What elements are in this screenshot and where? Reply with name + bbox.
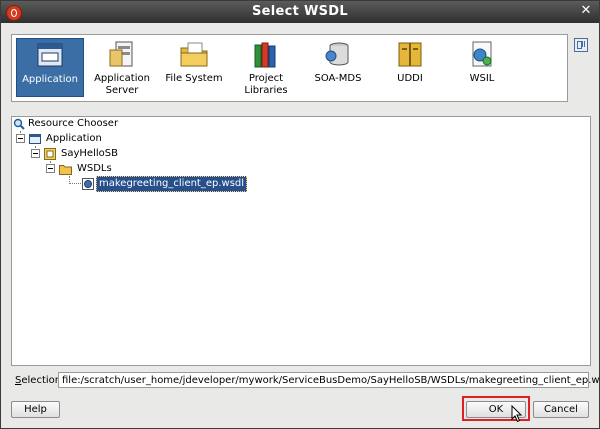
catalog-item-wsil[interactable]: WSIL (448, 38, 516, 97)
selection-field[interactable]: file:/scratch/user_home/jdeveloper/mywor… (58, 372, 600, 388)
soa-mds-icon (325, 42, 349, 66)
collapse-icon[interactable] (46, 164, 55, 173)
catalog-item-label: Application (22, 74, 78, 85)
catalog-item-file-system[interactable]: File System (160, 38, 228, 97)
wsil-icon (472, 41, 492, 67)
tree-node-label: WSDLs (77, 163, 112, 174)
application-server-icon (109, 41, 133, 67)
mouse-pointer-icon (511, 405, 523, 423)
close-icon[interactable]: ✕ (579, 4, 593, 18)
tree-line (69, 183, 81, 184)
catalog-item-label: File System (165, 73, 223, 84)
tree-node-label: Resource Chooser (28, 118, 119, 129)
folder-icon (59, 165, 72, 175)
catalog-item-label: Project Libraries (244, 73, 288, 96)
catalog-item-soa-mds[interactable]: SOA-MDS (304, 38, 372, 97)
cancel-button[interactable]: Cancel (533, 401, 589, 418)
catalog-item-application[interactable]: Application (16, 38, 84, 97)
dialog-title: Select WSDL (252, 4, 348, 19)
catalog-item-label: SOA-MDS (314, 73, 362, 84)
tree-node-label: Application (46, 133, 102, 144)
collapse-icon[interactable] (16, 134, 25, 143)
uddi-icon (398, 42, 422, 67)
resource-tree: Resource Chooser Application SayHelloSB … (11, 116, 591, 366)
catalog-item-label: WSIL (469, 73, 495, 84)
search-icon (13, 118, 25, 130)
catalog-item-project-libraries[interactable]: Project Libraries (232, 38, 300, 97)
application-icon (29, 134, 41, 144)
toggle-view-icon[interactable] (574, 38, 588, 52)
wsdl-file-icon (82, 178, 94, 190)
file-system-icon (180, 42, 208, 67)
project-libraries-icon (254, 42, 276, 68)
project-icon (44, 148, 56, 160)
collapse-icon[interactable] (31, 149, 40, 158)
tree-node-label-selected: makegreeting_client_ep.wsdl (96, 176, 248, 192)
catalog-item-application-server[interactable]: Application Server (88, 38, 156, 97)
help-button[interactable]: Help (11, 401, 60, 418)
title-bar[interactable]: Select WSDL ✕ (1, 1, 599, 23)
catalog-item-uddi[interactable]: UDDI (376, 38, 444, 97)
select-wsdl-dialog: Select WSDL ✕ Application Application Se… (0, 0, 600, 429)
catalog-item-label: Application Server (94, 73, 150, 96)
tree-node-label: SayHelloSB (61, 148, 118, 159)
resource-catalog-bar: Application Application Server File Syst… (11, 34, 568, 102)
application-icon (37, 43, 63, 67)
catalog-item-label: UDDI (397, 73, 423, 84)
